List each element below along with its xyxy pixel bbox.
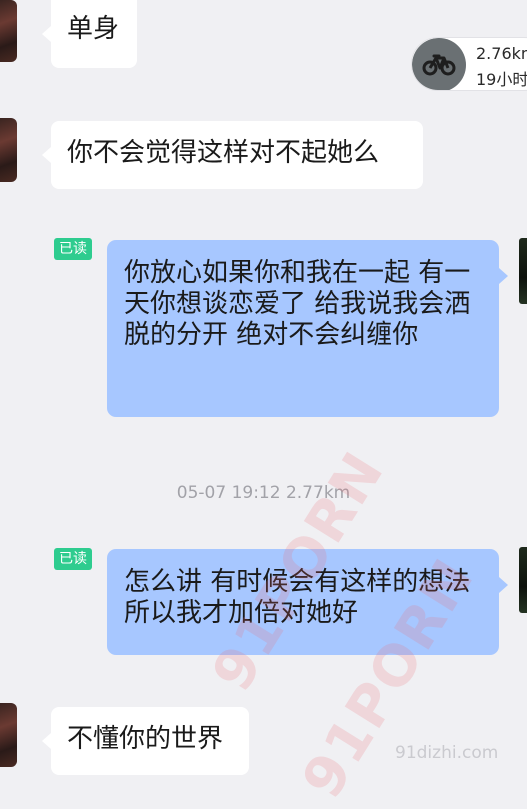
message-bubble-incoming[interactable]: 单身	[42, 0, 137, 68]
my-avatar[interactable]	[519, 238, 527, 304]
contact-avatar[interactable]	[0, 0, 17, 62]
contact-avatar[interactable]	[0, 703, 17, 767]
message-text: 你不会觉得这样对不起她么	[67, 138, 380, 168]
site-watermark: 91dizhi.com	[395, 743, 499, 763]
message-text: 不懂你的世界	[67, 724, 224, 754]
message-text: 你放心如果你和我在一起 有一天你想谈恋爱了 给我说我会洒脱的分开 绝对不会纠缠你	[124, 258, 471, 350]
contact-avatar[interactable]	[0, 118, 17, 182]
message-bubble-incoming[interactable]: 不懂你的世界	[42, 707, 249, 775]
location-distance: 2.76km	[476, 44, 527, 63]
location-distance-card[interactable]: 2.76km 19小时	[411, 37, 527, 91]
my-avatar[interactable]	[519, 547, 527, 613]
read-status-badge: 已读	[54, 548, 92, 570]
message-bubble-incoming[interactable]: 你不会觉得这样对不起她么	[42, 121, 423, 189]
message-bubble-outgoing[interactable]: 你放心如果你和我在一起 有一天你想谈恋爱了 给我说我会洒脱的分开 绝对不会纠缠你	[107, 240, 508, 417]
timestamp-divider: 05-07 19:12 2.77km	[176, 483, 351, 503]
location-time: 19小时	[476, 70, 527, 89]
bicycle-icon	[412, 38, 466, 90]
message-text: 单身	[67, 14, 120, 44]
read-status-badge: 已读	[54, 238, 92, 260]
